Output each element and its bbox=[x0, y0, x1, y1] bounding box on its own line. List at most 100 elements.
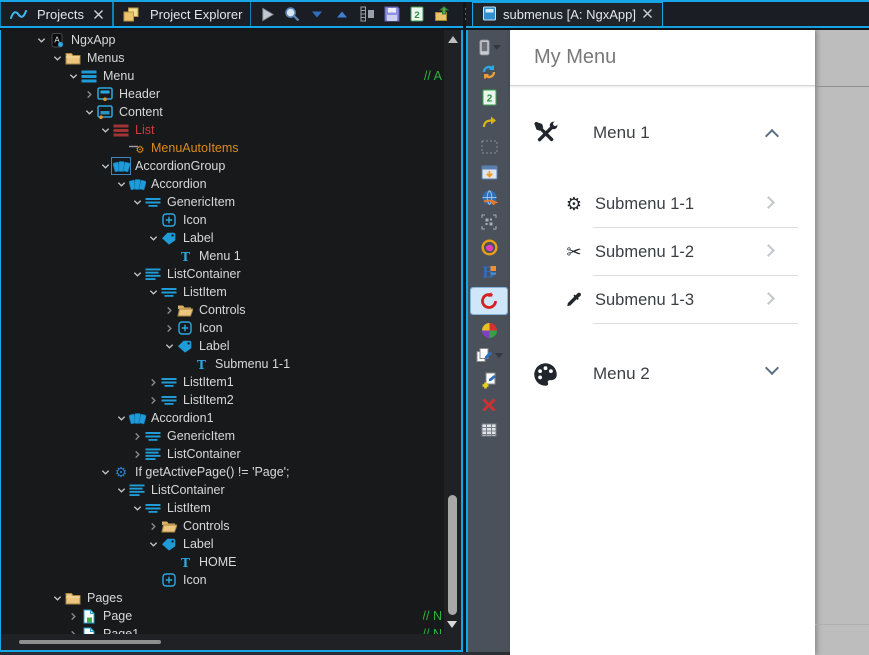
undo-icon[interactable] bbox=[471, 111, 507, 133]
horizontal-scroll-thumb[interactable] bbox=[19, 640, 161, 644]
chevron-expanded-icon[interactable] bbox=[163, 342, 176, 351]
tree-item[interactable]: Pages bbox=[1, 589, 444, 607]
tree-item[interactable]: Page1// N bbox=[1, 625, 444, 634]
tree-item[interactable]: AccordionGroup bbox=[1, 157, 444, 175]
tree-item[interactable]: ListContainer bbox=[1, 445, 444, 463]
globe-style-icon[interactable] bbox=[471, 236, 507, 258]
tree-item[interactable]: Page// N bbox=[1, 607, 444, 625]
export-icon[interactable] bbox=[430, 3, 454, 25]
chevron-expanded-icon[interactable] bbox=[67, 72, 80, 81]
submenu-item[interactable]: Submenu 1-3 bbox=[510, 276, 815, 324]
chevron-expanded-icon[interactable] bbox=[99, 126, 112, 135]
scan-icon[interactable] bbox=[471, 211, 507, 233]
tree-item[interactable]: GenericItem bbox=[1, 427, 444, 445]
tree-item[interactable]: Label bbox=[1, 535, 444, 553]
chevron-expanded-icon[interactable] bbox=[131, 270, 144, 279]
horizontal-scrollbar[interactable] bbox=[1, 634, 444, 650]
tree-item[interactable]: Icon bbox=[1, 571, 444, 589]
chevron-right-icon[interactable] bbox=[764, 198, 773, 207]
tree-item[interactable]: ListItem bbox=[1, 283, 444, 301]
tree-item[interactable]: ANgxApp bbox=[1, 31, 444, 49]
delete-icon[interactable] bbox=[471, 394, 507, 416]
save-icon[interactable] bbox=[380, 3, 404, 25]
tree-item[interactable]: Accordion bbox=[1, 175, 444, 193]
chevron-collapsed-icon[interactable] bbox=[131, 432, 144, 441]
chevron-expanded-icon[interactable] bbox=[147, 540, 160, 549]
tree-item[interactable]: ListContainer bbox=[1, 481, 444, 499]
tree-item[interactable]: Menus bbox=[1, 49, 444, 67]
chevron-expanded-icon[interactable] bbox=[115, 486, 128, 495]
table-icon[interactable] bbox=[471, 419, 507, 441]
chevron-collapsed-icon[interactable] bbox=[163, 324, 176, 333]
copy-style-icon[interactable] bbox=[471, 344, 507, 366]
scroll-down-arrow-icon[interactable] bbox=[447, 621, 457, 628]
submenu-item[interactable]: ✂Submenu 1-2 bbox=[510, 228, 815, 276]
chevron-collapsed-icon[interactable] bbox=[147, 522, 160, 531]
vertical-scroll-thumb[interactable] bbox=[448, 495, 457, 615]
sort-up-icon[interactable] bbox=[330, 3, 354, 25]
menu-item[interactable]: Menu 1 bbox=[510, 108, 815, 158]
tree-item[interactable]: Icon bbox=[1, 319, 444, 337]
chevron-expanded-icon[interactable] bbox=[99, 468, 112, 477]
chevron-expanded-icon[interactable] bbox=[131, 198, 144, 207]
chevron-collapsed-icon[interactable] bbox=[163, 306, 176, 315]
refresh-page-icon[interactable]: 2 bbox=[471, 86, 507, 108]
menu-item[interactable]: Menu 2 bbox=[510, 349, 815, 399]
tree-item[interactable]: ⚙If getActivePage() != 'Page'; bbox=[1, 463, 444, 481]
sync-icon[interactable] bbox=[471, 61, 507, 83]
chevron-down-icon[interactable] bbox=[495, 353, 503, 358]
tree-item[interactable]: ListItem bbox=[1, 499, 444, 517]
chevron-down-icon[interactable] bbox=[767, 367, 777, 373]
tree-item[interactable]: TMenu 1 bbox=[1, 247, 444, 265]
chevron-collapsed-icon[interactable] bbox=[147, 396, 160, 405]
run-icon[interactable] bbox=[255, 3, 279, 25]
search-icon[interactable] bbox=[280, 3, 304, 25]
tree-item[interactable]: Content bbox=[1, 103, 444, 121]
chevron-expanded-icon[interactable] bbox=[51, 594, 64, 603]
tab-project-explorer[interactable]: Project Explorer bbox=[113, 2, 251, 26]
chevron-expanded-icon[interactable] bbox=[51, 54, 64, 63]
tree-item[interactable]: Menu// A bbox=[1, 67, 444, 85]
chevron-collapsed-icon[interactable] bbox=[67, 612, 80, 621]
chevron-up-icon[interactable] bbox=[767, 126, 777, 141]
refresh-doc-icon[interactable]: 2 bbox=[405, 3, 429, 25]
scroll-up-arrow-icon[interactable] bbox=[448, 36, 458, 43]
chevron-expanded-icon[interactable] bbox=[147, 234, 160, 243]
tree-item[interactable]: GenericItem bbox=[1, 193, 444, 211]
chevron-expanded-icon[interactable] bbox=[99, 162, 112, 171]
chevron-collapsed-icon[interactable] bbox=[147, 378, 160, 387]
submenu-item[interactable]: ⚙Submenu 1-1 bbox=[510, 180, 815, 228]
sort-down-icon[interactable] bbox=[305, 3, 329, 25]
vertical-scrollbar[interactable] bbox=[444, 30, 461, 634]
tree-item[interactable]: Label bbox=[1, 337, 444, 355]
tab-submenus[interactable]: submenus [A: NgxApp] bbox=[472, 2, 663, 26]
tree-item[interactable]: THOME bbox=[1, 553, 444, 571]
close-icon[interactable] bbox=[642, 7, 653, 22]
chevron-right-icon[interactable] bbox=[764, 246, 773, 255]
tree-item[interactable]: ListContainer bbox=[1, 265, 444, 283]
chevron-collapsed-icon[interactable] bbox=[131, 450, 144, 459]
close-icon[interactable] bbox=[93, 9, 104, 20]
film-grid-icon[interactable] bbox=[355, 3, 379, 25]
tree-item[interactable]: ListItem2 bbox=[1, 391, 444, 409]
tree-item[interactable]: Header bbox=[1, 85, 444, 103]
publish-globe-icon[interactable] bbox=[471, 186, 507, 208]
tab-projects[interactable]: Projects bbox=[0, 2, 113, 26]
rotate-icon[interactable] bbox=[471, 288, 507, 314]
add-style-icon[interactable] bbox=[471, 369, 507, 391]
theme-pie-icon[interactable] bbox=[471, 319, 507, 341]
tree-item[interactable]: TSubmenu 1-1 bbox=[1, 355, 444, 373]
tree-item[interactable]: Accordion1 bbox=[1, 409, 444, 427]
tree-item[interactable]: Controls bbox=[1, 301, 444, 319]
chevron-expanded-icon[interactable] bbox=[147, 288, 160, 297]
chevron-expanded-icon[interactable] bbox=[115, 180, 128, 189]
tree-item[interactable]: ⚙MenuAutoItems bbox=[1, 139, 444, 157]
marquee-icon[interactable] bbox=[471, 136, 507, 158]
chevron-expanded-icon[interactable] bbox=[35, 36, 48, 45]
tree-item[interactable]: Icon bbox=[1, 211, 444, 229]
chevron-collapsed-icon[interactable] bbox=[83, 90, 96, 99]
tree-item[interactable]: Controls bbox=[1, 517, 444, 535]
chevron-expanded-icon[interactable] bbox=[131, 504, 144, 513]
style-builder-icon[interactable]: B bbox=[471, 261, 507, 283]
chevron-expanded-icon[interactable] bbox=[115, 414, 128, 423]
